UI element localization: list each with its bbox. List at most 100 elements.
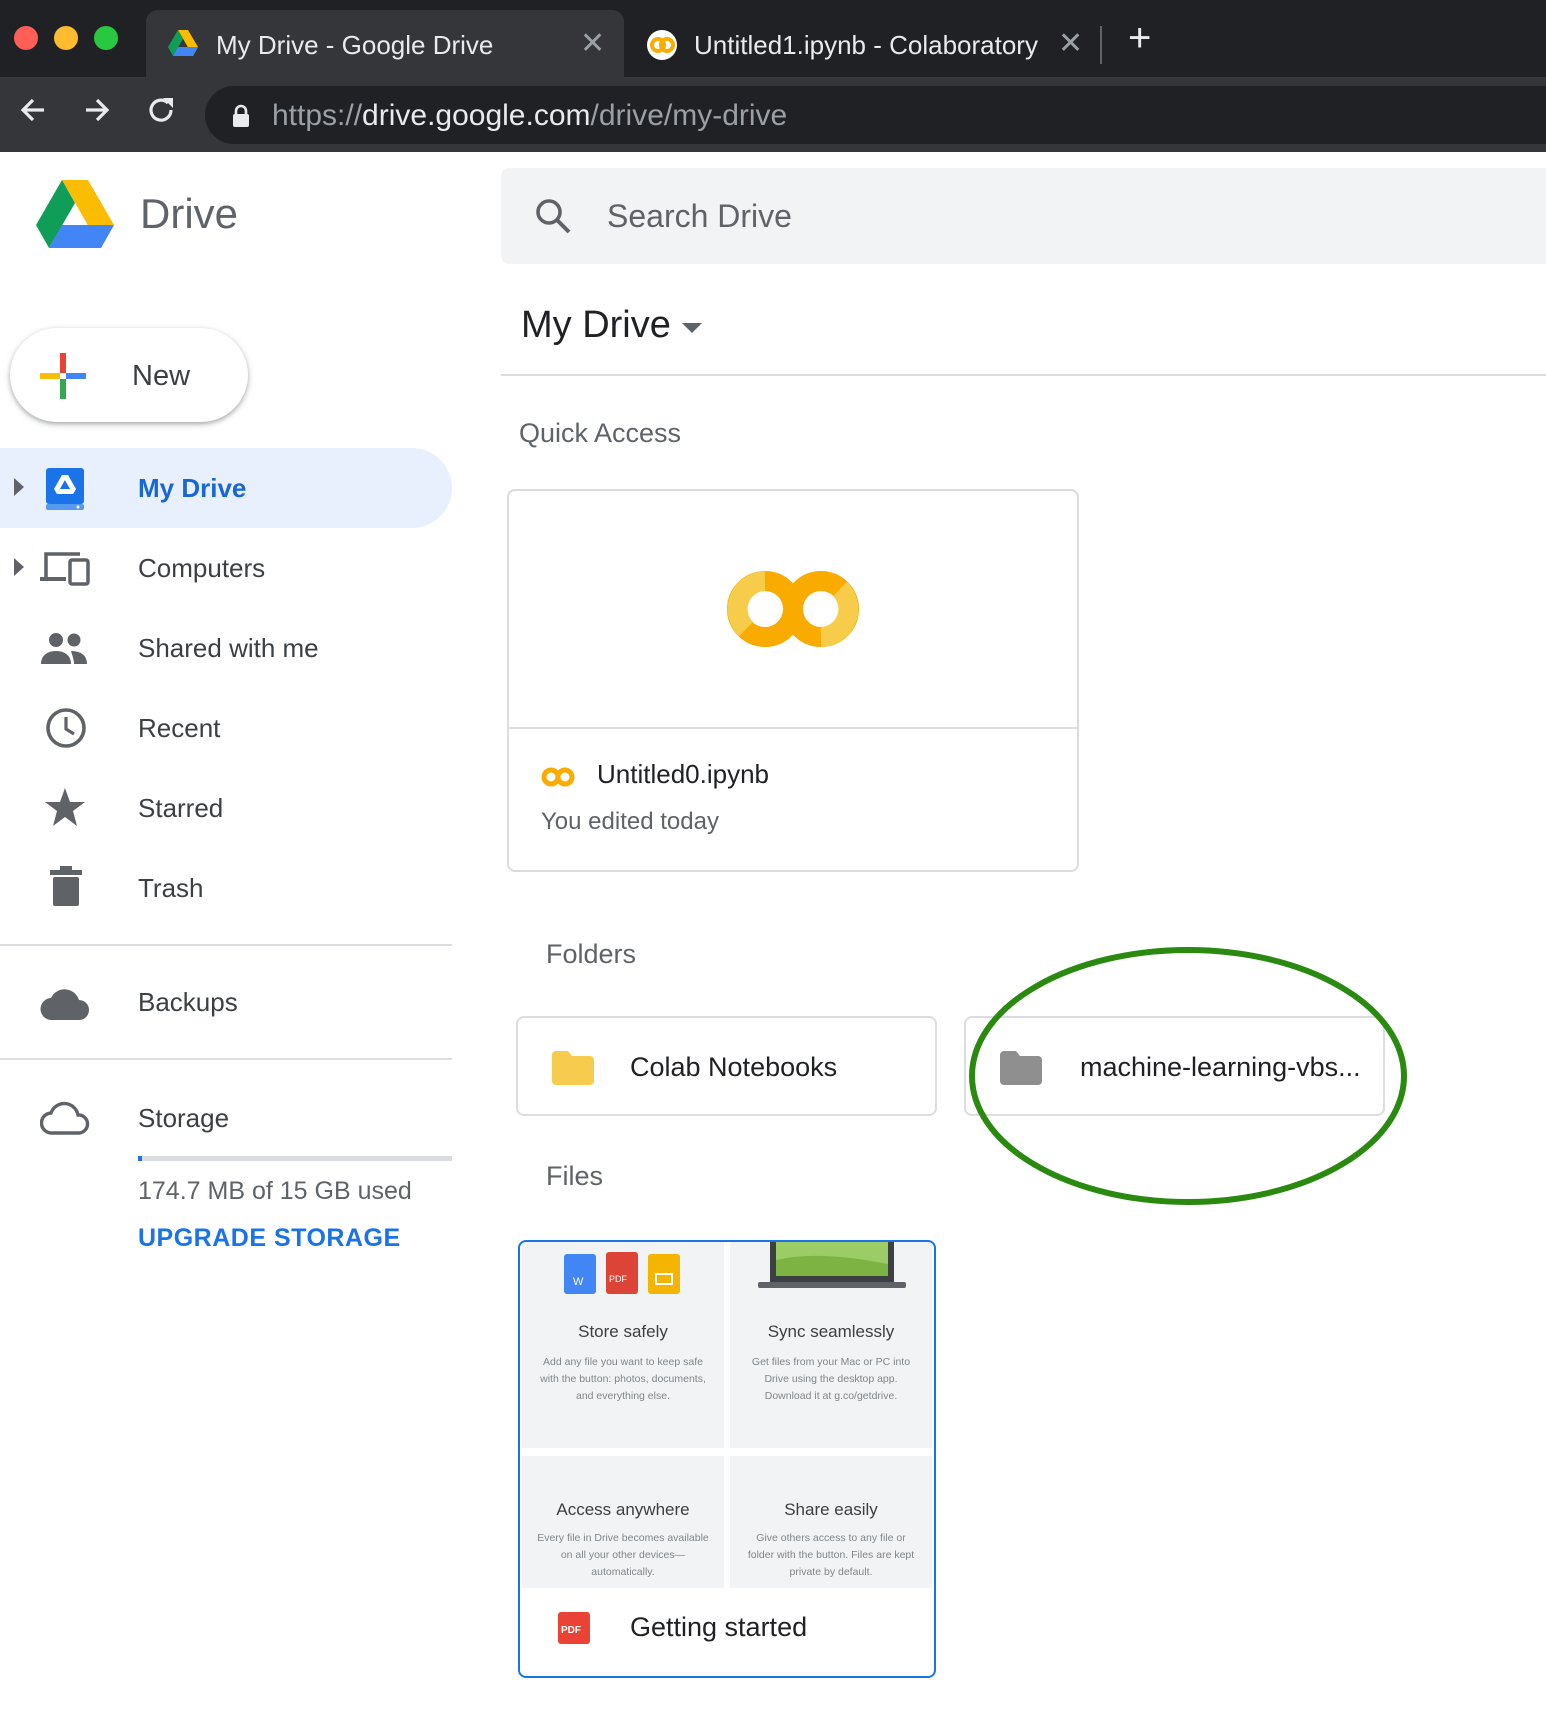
laptop-icon <box>758 1242 906 1288</box>
folder-name: Colab Notebooks <box>630 1052 838 1082</box>
search-input[interactable]: Search Drive <box>607 198 792 235</box>
sidebar-item-label: Trash <box>138 873 204 903</box>
search-icon[interactable] <box>533 196 573 236</box>
sidebar-item-label: Shared with me <box>138 633 319 663</box>
storage-used-text: 174.7 MB of 15 GB used <box>138 1177 412 1205</box>
trash-icon <box>50 866 82 906</box>
thumbnail-tile: Share easily Give others access to any f… <box>730 1456 932 1588</box>
file-activity: You edited today <box>541 808 719 835</box>
sidebar-item-label: Storage <box>138 1103 230 1133</box>
drive-logo[interactable] <box>36 180 114 253</box>
tile-text: Get files from your Mac or PC into Drive… <box>751 1356 911 1402</box>
sidebar-item-label: Backups <box>138 987 238 1017</box>
title-divider <box>501 374 1546 376</box>
tile-text: Give others access to any file or folder… <box>747 1532 915 1578</box>
pdf-icon: PDF <box>558 1612 590 1644</box>
search-bar[interactable]: Search Drive <box>501 168 1546 264</box>
sidebar-item-label: Starred <box>138 793 224 823</box>
sidebar-item-computers[interactable]: Computers <box>0 528 452 608</box>
sidebar-item-backups[interactable]: Backups <box>0 962 452 1042</box>
page-title[interactable]: My Drive <box>521 304 671 347</box>
tile-text: Every file in Drive becomes available on… <box>537 1532 709 1578</box>
tab-colab[interactable]: Untitled1.ipynb - Colaboratory ✕ <box>632 10 1102 77</box>
sidebar-item-starred[interactable]: Starred <box>0 768 452 848</box>
cloud-icon <box>40 989 89 1020</box>
file-name: Untitled0.ipynb <box>597 759 769 789</box>
lock-icon <box>233 104 249 127</box>
sidebar-item-shared-with-me[interactable]: Shared with me <box>0 608 452 688</box>
tile-heading: Sync seamlessly <box>767 1322 895 1341</box>
tab-close-icon[interactable]: ✕ <box>1058 26 1083 61</box>
colab-icon <box>541 767 575 787</box>
sidebar-item-recent[interactable]: Recent <box>0 688 452 768</box>
app-name: Drive <box>140 190 239 237</box>
svg-text:W: W <box>573 1276 584 1288</box>
reload-icon[interactable] <box>144 93 178 127</box>
address-bar[interactable]: https://drive.google.com/drive/my-drive <box>205 86 1546 144</box>
colab-favicon-icon <box>647 30 677 60</box>
chevron-down-icon[interactable] <box>682 323 702 333</box>
card-divider <box>509 727 1077 729</box>
forward-arrow-icon[interactable] <box>80 93 114 127</box>
new-button-label: New <box>132 360 191 392</box>
shared-icon <box>41 633 87 664</box>
tile-heading: Store safely <box>578 1322 668 1341</box>
url-scheme: https:// <box>272 99 363 132</box>
cloud-outline-icon <box>40 1101 90 1135</box>
window-close-button[interactable] <box>14 26 38 50</box>
svg-text:PDF: PDF <box>609 1274 628 1284</box>
computers-icon <box>40 552 90 586</box>
folder-icon <box>552 1051 594 1085</box>
sidebar-divider <box>0 1058 452 1060</box>
tile-text: Add any file you want to keep safe with … <box>540 1356 706 1402</box>
sidebar-divider <box>0 944 452 946</box>
thumbnail-tile: Sync seamlessly Get files from your Mac … <box>730 1242 932 1448</box>
upgrade-storage-link[interactable]: UPGRADE STORAGE <box>138 1224 401 1253</box>
star-icon <box>45 788 85 826</box>
tab-separator <box>1100 26 1102 64</box>
file-name: Getting started <box>630 1612 808 1642</box>
expand-arrow-icon[interactable] <box>14 478 24 496</box>
tab-title: My Drive - Google Drive <box>216 30 494 60</box>
colab-logo-icon <box>727 571 859 647</box>
expand-arrow-icon[interactable] <box>14 558 24 576</box>
sidebar-item-label: Recent <box>138 713 221 743</box>
sidebar-item-label: My Drive <box>138 473 247 503</box>
back-arrow-icon[interactable] <box>16 93 50 127</box>
new-tab-plus-icon[interactable]: + <box>1128 18 1151 58</box>
sidebar-item-storage[interactable]: Storage <box>0 1078 452 1158</box>
browser-toolbar: https://drive.google.com/drive/my-drive <box>0 77 1546 152</box>
svg-text:PDF: PDF <box>561 1625 581 1636</box>
tile-heading: Share easily <box>784 1500 878 1519</box>
tab-my-drive[interactable]: My Drive - Google Drive ✕ <box>146 10 624 77</box>
file-card-getting-started[interactable]: W PDF Store safely Add any file you want… <box>518 1240 936 1678</box>
url-host: drive.google.com <box>362 99 591 132</box>
tile-heading: Access anywhere <box>556 1500 690 1519</box>
sidebar-item-trash[interactable]: Trash <box>0 848 452 928</box>
folder-colab-notebooks[interactable]: Colab Notebooks <box>516 1016 937 1116</box>
window-zoom-button[interactable] <box>94 26 118 50</box>
thumbnail-tile: Access anywhere Every file in Drive beco… <box>522 1456 724 1588</box>
tab-close-icon[interactable]: ✕ <box>580 26 605 61</box>
new-button[interactable]: New <box>10 328 248 422</box>
storage-progress-fill <box>138 1156 142 1161</box>
sidebar-item-my-drive[interactable]: My Drive <box>0 448 452 528</box>
drive-logo-icon <box>36 180 114 248</box>
window-minimize-button[interactable] <box>54 26 78 50</box>
tab-title: Untitled1.ipynb - Colaboratory <box>694 30 1038 60</box>
thumbnail-tile: W PDF Store safely Add any file you want… <box>522 1242 724 1448</box>
sidebar-item-label: Computers <box>138 553 266 583</box>
my-drive-icon <box>46 468 84 510</box>
docs-stack-icon: W PDF <box>564 1252 680 1294</box>
quick-access-card[interactable]: Untitled0.ipynb You edited today <box>507 489 1079 872</box>
url-text: https://drive.google.com/drive/my-drive <box>272 99 787 133</box>
url-path: /drive/my-drive <box>590 99 788 132</box>
drive-favicon-icon <box>168 30 198 56</box>
plus-multicolor-icon <box>40 353 86 399</box>
highlight-ellipse-annotation <box>969 947 1407 1205</box>
folders-heading: Folders <box>546 939 637 969</box>
storage-progress-bar <box>138 1156 452 1161</box>
files-heading: Files <box>546 1161 604 1191</box>
browser-tab-bar: My Drive - Google Drive ✕ Untitled1.ipyn… <box>0 0 1546 77</box>
quick-access-heading: Quick Access <box>519 418 682 448</box>
